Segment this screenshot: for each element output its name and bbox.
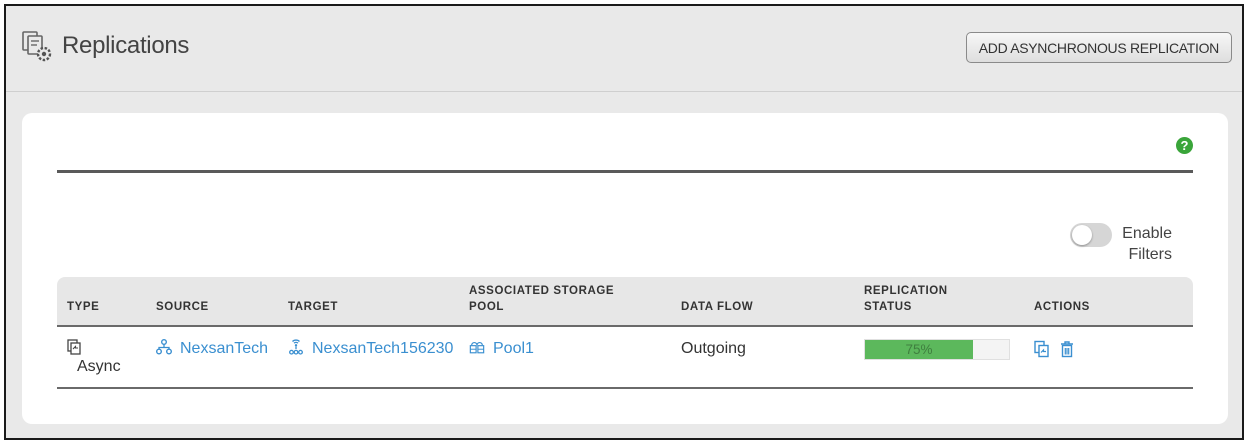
type-label: Async (77, 358, 121, 375)
enable-filters-toggle[interactable] (1070, 223, 1112, 247)
async-replication-icon (67, 339, 81, 355)
column-header-target[interactable]: TARGET (288, 299, 338, 315)
source-link[interactable]: NexsanTech (156, 339, 268, 359)
column-header-pool-line1: ASSOCIATED STORAGE (469, 285, 615, 297)
column-header-status-line2: STATUS (864, 301, 912, 313)
column-header-pool-line2: POOL (469, 301, 504, 313)
pool-name: Pool1 (493, 340, 534, 357)
cluster-icon (156, 339, 172, 355)
table-header: TYPE SOURCE TARGET ASSOCIATED STORAGE PO… (57, 277, 1193, 327)
help-icon[interactable]: ? (1176, 137, 1193, 154)
column-header-data-flow[interactable]: DATA FLOW (681, 299, 753, 315)
enable-filters-label-line2: Filters (1128, 246, 1172, 263)
section-divider (57, 170, 1193, 173)
replicate-now-icon[interactable] (1034, 340, 1050, 358)
remote-node-icon (289, 339, 303, 355)
enable-filters-label: Enable Filters (1120, 223, 1172, 265)
replications-card: ? Enable Filters TYPE SOURCE TARGET ASSO… (22, 113, 1228, 424)
pool-link[interactable]: Pool1 (469, 339, 534, 359)
column-header-status-line1: REPLICATION (864, 285, 948, 297)
replication-progress-bar: 75% (864, 339, 1010, 360)
target-link[interactable]: NexsanTech156230 (288, 339, 453, 359)
column-header-replication-status[interactable]: REPLICATION STATUS (864, 283, 948, 315)
column-header-type[interactable]: TYPE (67, 299, 99, 315)
add-asynchronous-replication-button[interactable]: ADD ASYNCHRONOUS REPLICATION (965, 32, 1232, 63)
replications-panel: Replications ADD ASYNCHRONOUS REPLICATIO… (4, 4, 1244, 440)
target-name: NexsanTech156230 (312, 340, 454, 357)
column-header-actions: ACTIONS (1034, 301, 1090, 313)
storage-pool-icon (469, 342, 485, 354)
table-row: Async NexsanTech NexsanTech156230 Pool1 … (57, 327, 1193, 389)
replications-table: TYPE SOURCE TARGET ASSOCIATED STORAGE PO… (57, 277, 1193, 389)
page-title: Replications (62, 32, 190, 59)
source-name: NexsanTech (180, 340, 269, 357)
column-header-source[interactable]: SOURCE (156, 299, 209, 315)
replications-settings-icon (22, 31, 52, 62)
column-header-pool[interactable]: ASSOCIATED STORAGE POOL (469, 283, 614, 315)
trash-icon[interactable] (1059, 340, 1075, 358)
progress-label: 75% (905, 342, 933, 357)
enable-filters-label-line1: Enable (1122, 225, 1172, 242)
type-cell: Async (67, 339, 121, 377)
page-header: Replications ADD ASYNCHRONOUS REPLICATIO… (6, 6, 1242, 92)
toggle-knob (1072, 225, 1092, 245)
data-flow-value: Outgoing (681, 340, 746, 357)
